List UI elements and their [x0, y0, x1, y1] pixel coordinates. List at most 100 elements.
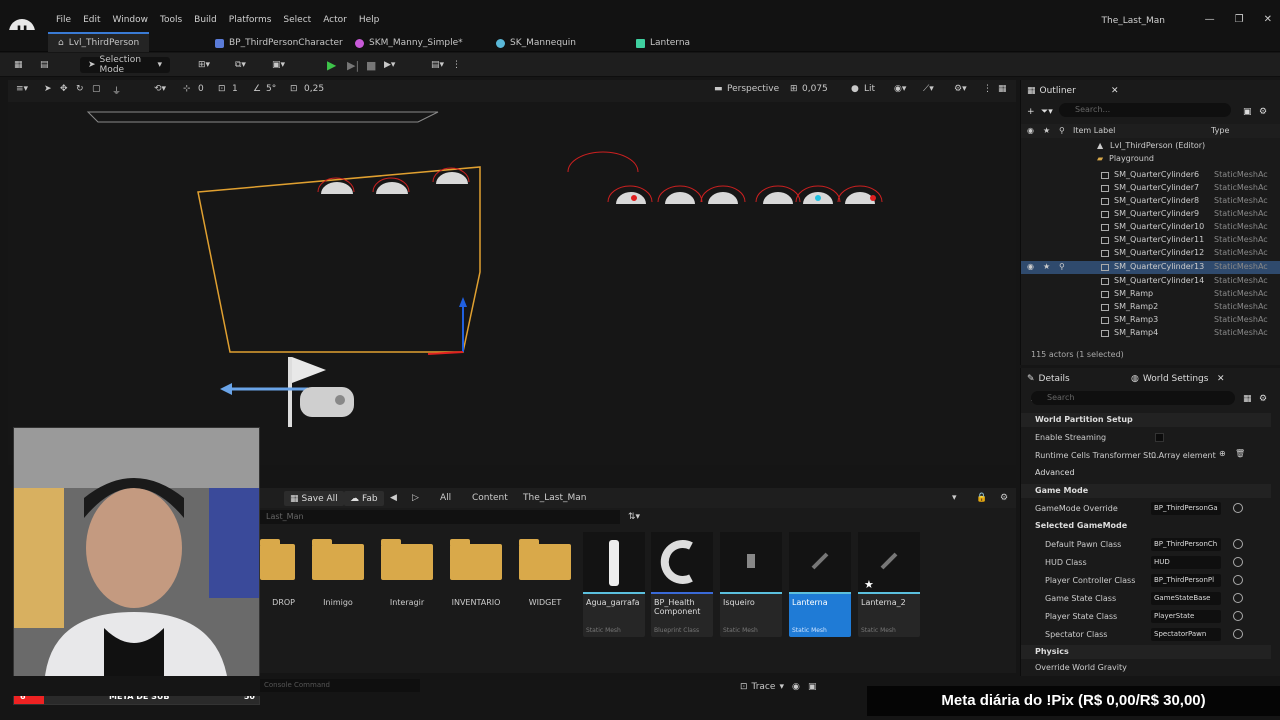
player-state-dropdown[interactable]: PlayerState	[1151, 610, 1221, 623]
browse-icon[interactable]	[1233, 575, 1243, 585]
show-icon[interactable]: ◉▾	[894, 84, 906, 94]
enable-streaming-checkbox[interactable]	[1155, 433, 1164, 442]
console-input[interactable]: Console Command	[260, 679, 420, 692]
lit-dropdown[interactable]: Lit	[864, 84, 875, 94]
star-icon[interactable]: ★	[1043, 126, 1050, 135]
settings-icon[interactable]: ⚙	[1000, 493, 1008, 503]
browse-icon[interactable]	[1233, 539, 1243, 549]
table-row[interactable]: SM_QuarterCylinder8 StaticMeshAc	[1021, 195, 1280, 208]
tab-level[interactable]: ⌂ Lvl_ThirdPerson	[48, 32, 150, 52]
world-local-icon[interactable]: ⟲▾	[154, 84, 166, 94]
trace-button[interactable]: ⊡ Trace ▾	[740, 679, 784, 695]
table-row[interactable]: SM_QuarterCylinder9 StaticMeshAc	[1021, 208, 1280, 221]
close-icon[interactable]: ✕	[1111, 83, 1119, 99]
surface-snap-icon[interactable]: ⏚	[112, 84, 121, 97]
section-world-partition[interactable]: World Partition Setup	[1021, 413, 1271, 427]
crumb-the-last-man[interactable]: The_Last_Man	[523, 493, 586, 503]
browse-icon[interactable]	[1233, 557, 1243, 567]
grid-snap-icon[interactable]: ⊹	[183, 84, 191, 94]
content-icon[interactable]: ▤	[40, 57, 49, 73]
asset-lanterna[interactable]: Lanterna Static Mesh	[789, 532, 851, 637]
maximize-icon[interactable]: ❐	[1235, 14, 1244, 25]
asset-bp-health[interactable]: BP_Health Component Blueprint Class	[651, 532, 713, 637]
star-icon[interactable]: ★	[1043, 262, 1050, 271]
platforms-icon[interactable]: ▤▾	[431, 57, 444, 73]
more-icon[interactable]: ⋮	[983, 84, 992, 94]
asset-isqueiro[interactable]: Isqueiro Static Mesh	[720, 532, 782, 637]
section-physics[interactable]: Physics	[1021, 645, 1271, 659]
browse-icon[interactable]	[1233, 629, 1243, 639]
filter-icon[interactable]: ⏷▾	[1041, 104, 1053, 120]
close-icon[interactable]: ✕	[1217, 371, 1225, 387]
asset-agua-garrafa[interactable]: Agua_garrafa Static Mesh	[583, 532, 645, 637]
folder-interagir[interactable]	[381, 539, 433, 580]
folder-inventario[interactable]	[450, 539, 502, 580]
tab-bp-character[interactable]: BP_ThirdPersonCharacter	[215, 34, 343, 52]
col-item-label[interactable]: Item Label	[1073, 126, 1115, 135]
step-icon[interactable]: ▶|	[347, 57, 359, 73]
details-search[interactable]: Search	[1031, 391, 1235, 405]
outliner-folder-row[interactable]: ▰ Playground	[1021, 153, 1280, 166]
rotation-snap-icon[interactable]: ∠	[253, 84, 261, 94]
details-tab[interactable]: ✎ Details	[1027, 371, 1070, 387]
grid-size-icon[interactable]: ⊡	[218, 84, 226, 94]
scale-tool-icon[interactable]: ▢	[92, 84, 101, 94]
back-icon[interactable]: ◀	[390, 493, 397, 503]
perspective-dropdown[interactable]: Perspective	[727, 84, 779, 94]
save-icon[interactable]: ▦	[14, 57, 23, 73]
tab-sk-mannequin[interactable]: SK_Mannequin	[496, 34, 576, 52]
play-button[interactable]: ▶	[327, 57, 336, 73]
folder-widget[interactable]	[519, 539, 571, 580]
table-row[interactable]: SM_Ramp4 StaticMeshAc	[1021, 327, 1280, 340]
table-view-icon[interactable]: ▦	[1243, 391, 1252, 407]
add-element-icon[interactable]: ⊕	[1219, 449, 1226, 458]
table-row[interactable]: SM_QuarterCylinder10 StaticMeshAc	[1021, 221, 1280, 234]
pin-icon[interactable]: ⚲	[1059, 262, 1065, 271]
settings-icon[interactable]: ⚙	[1259, 391, 1267, 407]
cinematics-icon[interactable]: ▣▾	[272, 57, 285, 73]
tab-lanterna[interactable]: Lanterna	[636, 34, 690, 52]
menu-edit[interactable]: Edit	[77, 15, 106, 25]
gamemode-override-dropdown[interactable]: BP_ThirdPersonGa	[1151, 502, 1221, 515]
select-tool-icon[interactable]: ➤	[44, 84, 52, 94]
tab-skm-manny[interactable]: SKM_Manny_Simple*	[355, 34, 463, 52]
crumb-all[interactable]: All	[440, 493, 451, 503]
visibility-icon[interactable]: ◉	[1027, 126, 1034, 135]
outliner-level-row[interactable]: ▲ Lvl_ThirdPerson (Editor)	[1021, 140, 1280, 153]
hud-class-dropdown[interactable]: HUD	[1151, 556, 1221, 569]
asset-lanterna-2[interactable]: ★ Lanterna_2 Static Mesh	[858, 532, 920, 637]
browse-icon[interactable]	[1233, 593, 1243, 603]
scale-snap-icon[interactable]: ⊡	[290, 84, 298, 94]
table-row[interactable]: SM_QuarterCylinder11 StaticMeshAc	[1021, 234, 1280, 247]
realtime-icon[interactable]: ⟋▾	[923, 84, 934, 94]
menu-tools[interactable]: Tools	[154, 15, 188, 25]
table-row[interactable]: SM_QuarterCylinder6 StaticMeshAc	[1021, 169, 1280, 182]
browse-icon[interactable]	[1233, 611, 1243, 621]
pin-icon[interactable]: ⚲	[1059, 126, 1065, 135]
outliner-search[interactable]: Search...	[1059, 103, 1231, 117]
add-icon[interactable]: +	[1027, 104, 1035, 120]
crumb-content[interactable]: Content	[472, 493, 508, 503]
menu-build[interactable]: Build	[188, 15, 223, 25]
outliner-tab[interactable]: ▦ Outliner	[1027, 83, 1076, 99]
stop-icon[interactable]: ■	[366, 57, 376, 73]
save-all-button[interactable]: ▦ Save All	[284, 491, 344, 506]
menu-platforms[interactable]: Platforms	[223, 15, 278, 25]
table-row[interactable]: SM_QuarterCylinder7 StaticMeshAc	[1021, 182, 1280, 195]
table-row[interactable]: SM_QuarterCylinder14 StaticMeshAc	[1021, 275, 1280, 288]
rotation-snap-value[interactable]: 5°	[266, 84, 276, 94]
menu-help[interactable]: Help	[353, 15, 386, 25]
section-selected-game-mode[interactable]: Selected GameMode	[1021, 519, 1271, 533]
browse-icon[interactable]	[1233, 503, 1243, 513]
launch-icon[interactable]: ▶▾	[384, 57, 395, 73]
player-controller-dropdown[interactable]: BP_ThirdPersonPl	[1151, 574, 1221, 587]
visibility-icon[interactable]: ◉	[1027, 262, 1034, 271]
table-row[interactable]: SM_QuarterCylinder12 StaticMeshAc	[1021, 247, 1280, 260]
chevron-down-icon[interactable]: ▾	[952, 493, 957, 503]
grid-size-value[interactable]: 1	[232, 84, 238, 94]
lock-icon[interactable]: 🔒	[976, 493, 987, 503]
menu-file[interactable]: File	[50, 15, 77, 25]
scale-snap-value[interactable]: 0,25	[304, 84, 324, 94]
settings-icon[interactable]: ⚙▾	[954, 84, 967, 94]
level-viewport[interactable]: ≡▾ ➤ ✥ ↻ ▢ ⏚ ⟲▾ ⊹ 0 ⊡ 1 ∠ 5° ⊡ 0,25 ▬ Pe…	[8, 80, 1016, 465]
